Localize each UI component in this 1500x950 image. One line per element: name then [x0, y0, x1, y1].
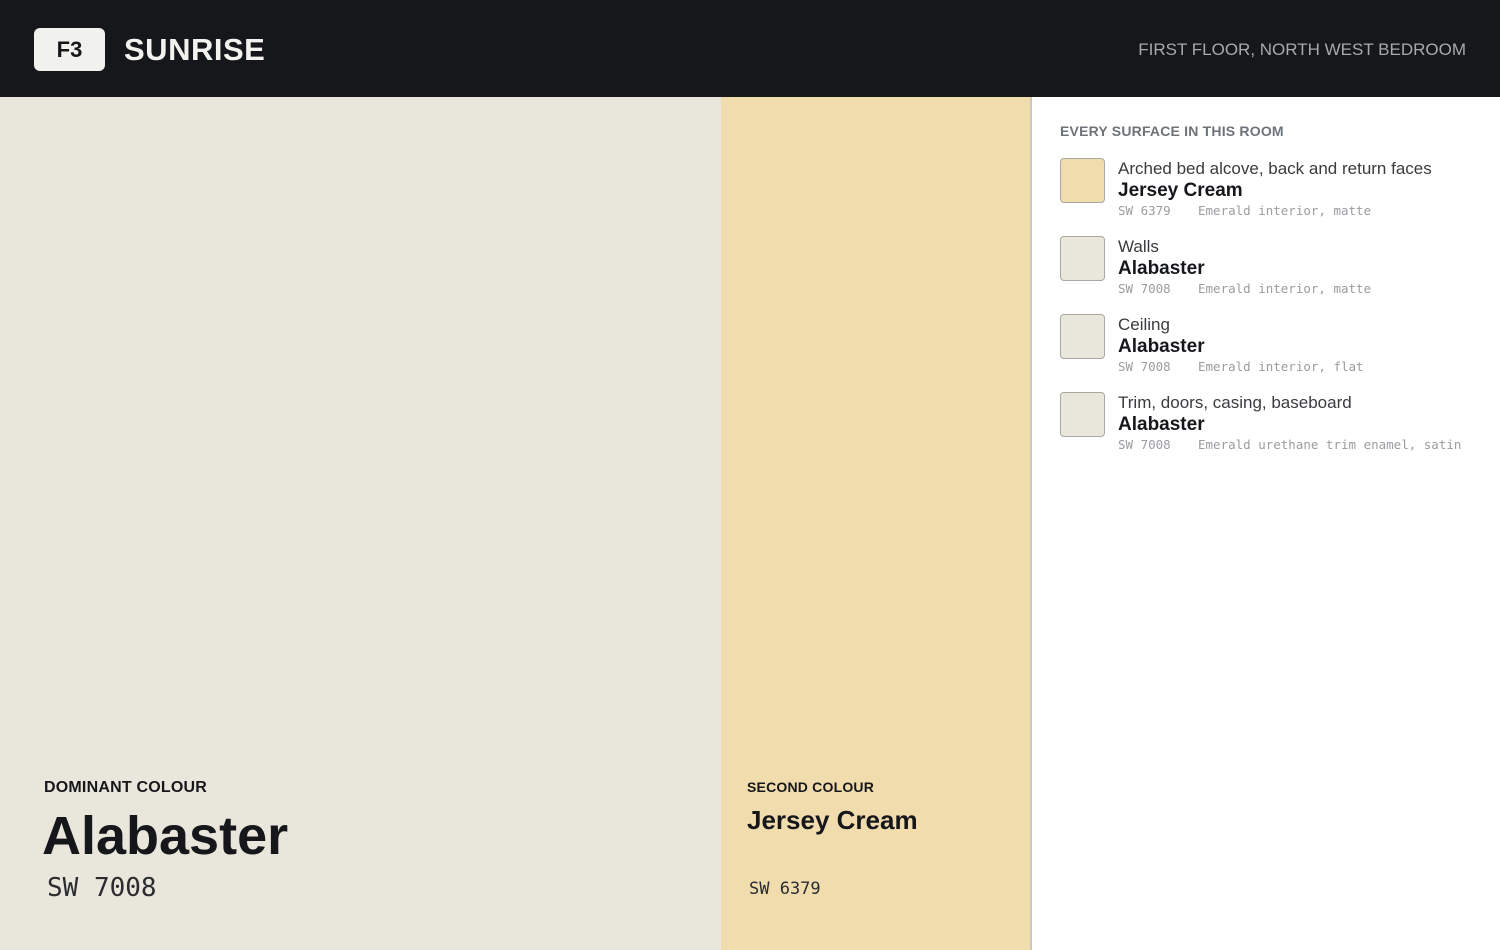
surface-finish: Emerald urethane trim enamel, satin — [1198, 437, 1462, 452]
second-colour-name: Jersey Cream — [747, 805, 918, 835]
surface-finish: Emerald interior, flat — [1198, 359, 1364, 374]
surface-item: Walls Alabaster SW 7008 Emerald interior,… — [1060, 236, 1492, 306]
surface-meta: SW 7008 Emerald interior, flat — [1118, 360, 1364, 374]
second-colour-code: SW 6379 — [749, 879, 821, 899]
app-title: SUNRISE — [124, 32, 266, 67]
surfaces-panel: EVERY SURFACE IN THIS ROOM Arched bed al… — [1032, 97, 1500, 950]
surface-meta: SW 7008 Emerald urethane trim enamel, sat… — [1118, 438, 1461, 452]
floor-badge: F3 — [34, 28, 105, 71]
room-location: FIRST FLOOR, NORTH WEST BEDROOM — [1138, 40, 1466, 59]
surface-colour-code: SW 7008 — [1118, 437, 1171, 452]
surface-colour-code: SW 6379 — [1118, 203, 1171, 218]
surface-meta: SW 7008 Emerald interior, matte — [1118, 282, 1371, 296]
surface-item: Trim, doors, casing, baseboard Alabaster… — [1060, 392, 1492, 462]
surface-label: Walls — [1118, 237, 1159, 256]
second-colour-panel: SECOND COLOUR Jersey Cream SW 6379 — [721, 97, 1030, 950]
surface-colour-name: Alabaster — [1118, 258, 1205, 279]
surface-colour-code: SW 7008 — [1118, 281, 1171, 296]
dominant-colour-code: SW 7008 — [47, 873, 157, 903]
colour-swatch — [1060, 314, 1105, 359]
surface-label: Ceiling — [1118, 315, 1170, 334]
surface-label: Trim, doors, casing, baseboard — [1118, 393, 1352, 412]
surfaces-heading: EVERY SURFACE IN THIS ROOM — [1060, 123, 1284, 139]
colour-swatch — [1060, 392, 1105, 437]
colour-swatch — [1060, 236, 1105, 281]
surface-colour-code: SW 7008 — [1118, 359, 1171, 374]
surface-colour-name: Jersey Cream — [1118, 180, 1243, 201]
surface-label: Arched bed alcove, back and return faces — [1118, 159, 1432, 178]
surface-finish: Emerald interior, matte — [1198, 203, 1372, 218]
surface-meta: SW 6379 Emerald interior, matte — [1118, 204, 1371, 218]
dominant-colour-panel: DOMINANT COLOUR Alabaster SW 7008 — [0, 97, 721, 950]
surface-colour-name: Alabaster — [1118, 336, 1205, 357]
surface-colour-name: Alabaster — [1118, 414, 1205, 435]
surface-finish: Emerald interior, matte — [1198, 281, 1372, 296]
surface-item: Arched bed alcove, back and return faces… — [1060, 158, 1492, 228]
colour-swatch — [1060, 158, 1105, 203]
second-colour-kicker: SECOND COLOUR — [747, 779, 875, 795]
app-header: F3 SUNRISE FIRST FLOOR, NORTH WEST BEDRO… — [0, 0, 1500, 97]
dominant-colour-kicker: DOMINANT COLOUR — [44, 779, 207, 796]
surface-item: Ceiling Alabaster SW 7008 Emerald interio… — [1060, 314, 1492, 384]
dominant-colour-name: Alabaster — [42, 806, 289, 866]
